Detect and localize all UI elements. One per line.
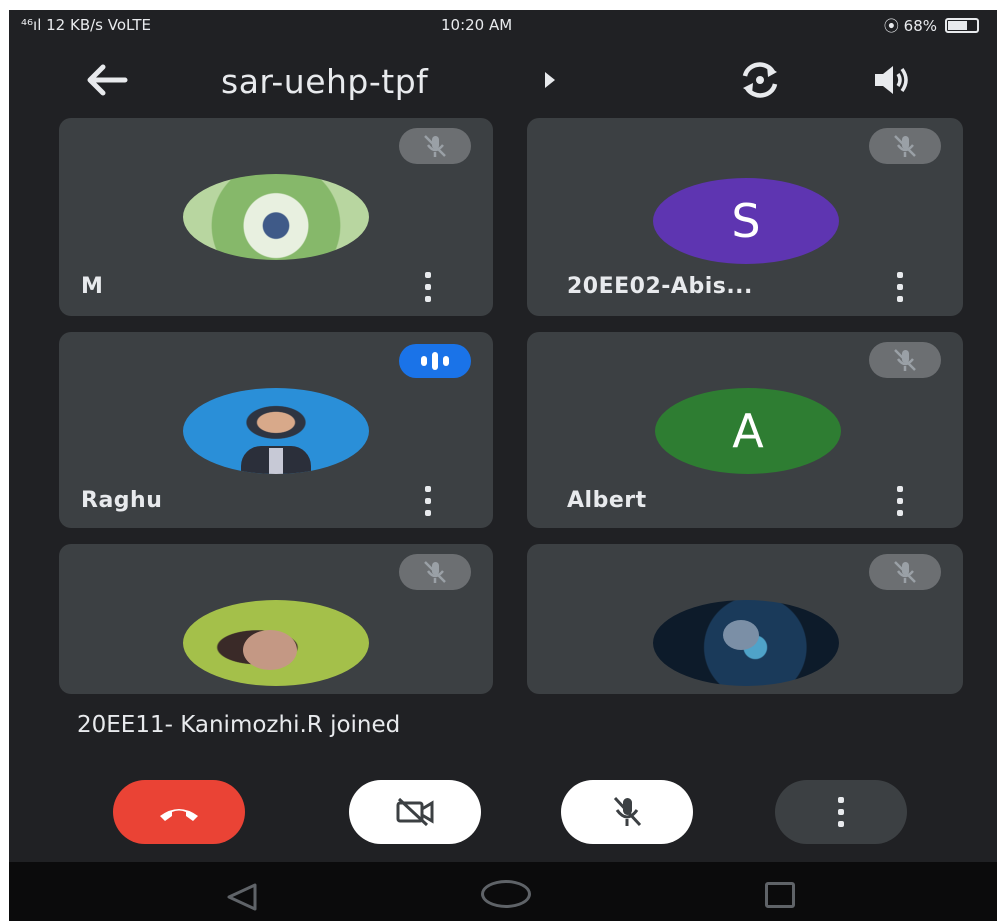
mic-off-badge [869, 342, 941, 378]
mic-off-icon [894, 135, 916, 157]
more-vertical-icon[interactable] [421, 272, 435, 302]
camera-toggle-button[interactable] [349, 780, 481, 844]
more-vertical-icon[interactable] [421, 486, 435, 516]
more-vertical-icon[interactable] [893, 486, 907, 516]
nav-recents-icon[interactable] [765, 882, 795, 908]
audio-output-button[interactable] [869, 60, 915, 100]
end-call-button[interactable] [113, 780, 245, 844]
battery-icon [945, 18, 979, 33]
speaking-indicator [399, 344, 471, 378]
mic-off-icon [894, 349, 916, 371]
participant-tile-5[interactable] [59, 544, 493, 694]
mic-off-icon [424, 561, 446, 583]
letter-avatar: A [655, 388, 841, 474]
phone-hangup-icon [160, 809, 198, 821]
participant-name: 20EE02-Abis... [567, 274, 753, 299]
participant-tile-albert[interactable]: A Albert [527, 332, 963, 528]
switch-camera-icon [742, 62, 778, 98]
letter-avatar: S [653, 178, 839, 264]
nav-home-icon[interactable] [481, 880, 531, 908]
caret-right-icon[interactable] [545, 72, 555, 88]
nav-back-icon[interactable] [223, 882, 259, 912]
participant-tile-6[interactable] [527, 544, 963, 694]
switch-camera-button[interactable] [737, 58, 783, 102]
mic-off-badge [399, 554, 471, 590]
mic-off-badge [869, 128, 941, 164]
status-bar: ⁴⁶ıl 12 KB/s VoLTE 10:20 AM ⦿ 68% [9, 10, 997, 38]
camera-off-icon [396, 797, 434, 827]
mic-off-icon [424, 135, 446, 157]
status-right: ⦿ 68% [884, 15, 979, 36]
avatar-photo [183, 600, 369, 686]
join-notification: 20EE11- Kanimozhi.R joined [77, 712, 401, 738]
meet-call-screen: ⁴⁶ıl 12 KB/s VoLTE 10:20 AM ⦿ 68% sar-ue… [9, 10, 997, 921]
mic-off-icon [613, 796, 642, 827]
mic-off-badge [869, 554, 941, 590]
avatar-photo [183, 388, 369, 474]
participant-name: M [81, 274, 104, 299]
clock: 10:20 AM [441, 16, 513, 34]
avatar-letter: A [732, 404, 764, 458]
participant-tile-m[interactable]: M [59, 118, 493, 316]
mic-off-icon [894, 561, 916, 583]
system-nav-bar [9, 862, 997, 921]
more-vertical-icon [834, 797, 848, 827]
more-vertical-icon[interactable] [893, 272, 907, 302]
network-status: ⁴⁶ıl 12 KB/s VoLTE [21, 16, 151, 34]
more-options-button[interactable] [775, 780, 907, 844]
mic-toggle-button[interactable] [561, 780, 693, 844]
participant-name: Albert [567, 488, 647, 513]
speaker-icon [875, 66, 908, 94]
participant-name: Raghu [81, 488, 163, 513]
mic-off-badge [399, 128, 471, 164]
participant-tile-raghu[interactable]: Raghu [59, 332, 493, 528]
battery-percent: ⦿ 68% [883, 17, 937, 35]
avatar-photo [183, 174, 369, 260]
top-bar: sar-uehp-tpf [9, 50, 997, 114]
avatar-photo [653, 600, 839, 686]
meeting-code[interactable]: sar-uehp-tpf [221, 62, 428, 101]
participant-tile-abis[interactable]: S 20EE02-Abis... [527, 118, 963, 316]
back-button[interactable] [81, 58, 131, 102]
arrow-left-icon [87, 64, 128, 96]
avatar-letter: S [731, 194, 761, 248]
